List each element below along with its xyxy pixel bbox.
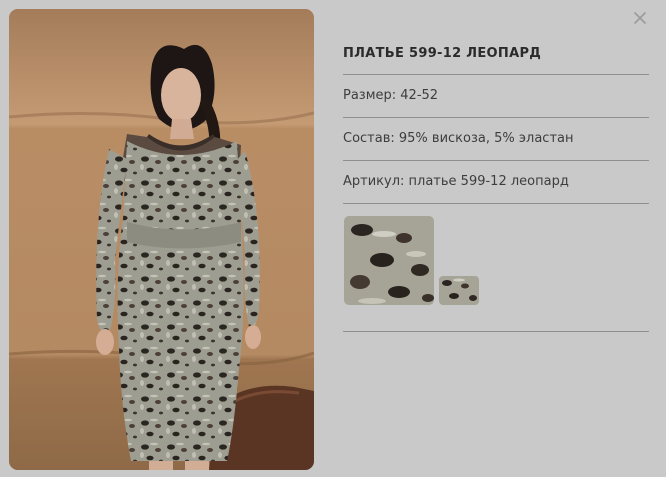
article-row: Артикул: платье 599-12 леопард bbox=[343, 161, 649, 204]
close-icon bbox=[634, 12, 646, 24]
product-photo bbox=[9, 9, 314, 470]
product-details: ПЛАТЬЕ 599-12 ЛЕОПАРД Размер: 42-52 Сост… bbox=[343, 46, 649, 332]
close-button[interactable] bbox=[632, 10, 648, 26]
fabric-swatches bbox=[343, 204, 649, 332]
product-title: ПЛАТЬЕ 599-12 ЛЕОПАРД bbox=[343, 46, 649, 75]
composition-row: Состав: 95% вискоза, 5% эластан bbox=[343, 118, 649, 161]
fabric-swatch-large[interactable] bbox=[344, 216, 434, 305]
size-row: Размер: 42-52 bbox=[343, 75, 649, 118]
fabric-swatch-small[interactable] bbox=[439, 276, 479, 305]
